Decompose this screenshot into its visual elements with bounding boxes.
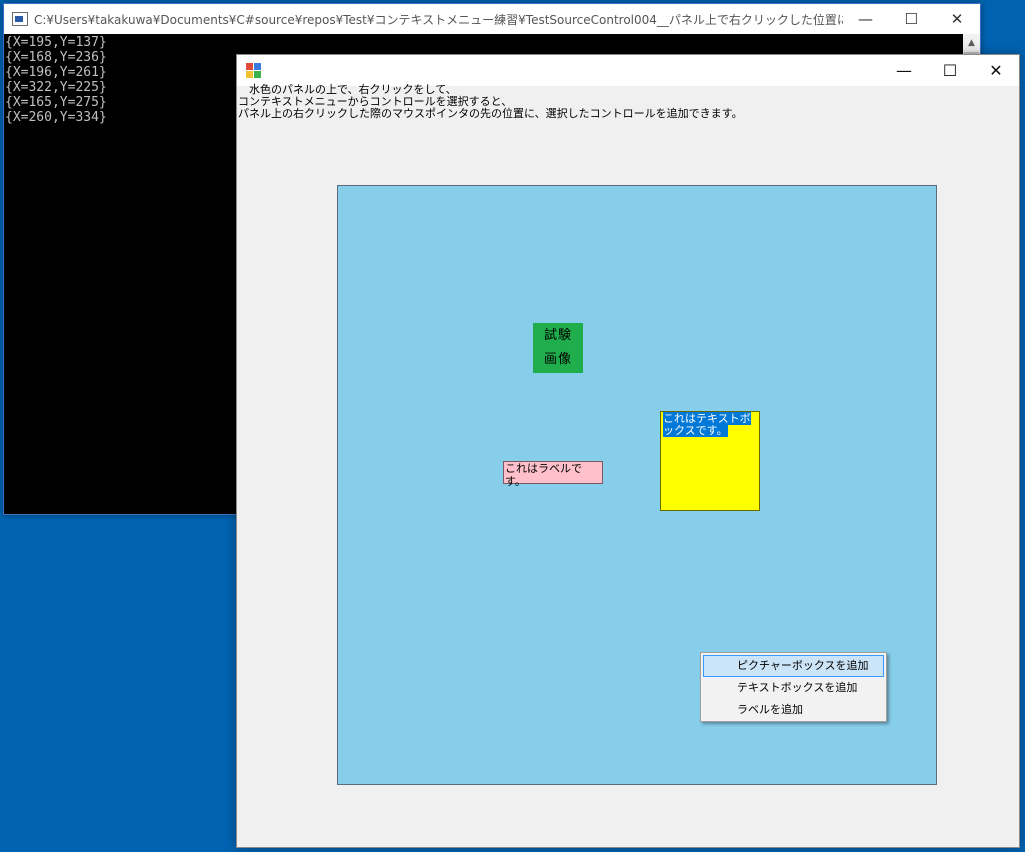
menu-item-add-label[interactable]: ラベルを追加 [703, 699, 884, 721]
form-window: — ☐ ✕ 水色のパネルの上で、右クリックをして、 コンテキストメニューからコン… [236, 54, 1020, 848]
scroll-up-arrow-icon[interactable]: ▲ [963, 34, 980, 51]
console-close-button[interactable]: ✕ [934, 4, 980, 34]
light-blue-panel[interactable]: 試験 画像 これはテキストボックスです。 これはラベルです。 ピクチャーボックス… [337, 185, 937, 785]
menu-item-add-text-box[interactable]: テキストボックスを追加 [703, 677, 884, 699]
console-minimize-button[interactable]: — [843, 4, 889, 34]
menu-item-add-picture-box[interactable]: ピクチャーボックスを追加 [703, 655, 884, 677]
text-box[interactable]: これはテキストボックスです。 [660, 411, 760, 511]
label-control: これはラベルです。 [503, 461, 603, 488]
console-window-title: C:¥Users¥takakuwa¥Documents¥C#source¥rep… [33, 12, 843, 27]
console-maximize-button[interactable]: ☐ [888, 4, 934, 34]
picture-box-text-line: 試験 [543, 328, 572, 343]
form-close-button[interactable]: ✕ [973, 55, 1019, 86]
context-menu: ピクチャーボックスを追加 テキストボックスを追加 ラベルを追加 [700, 652, 887, 722]
form-minimize-button[interactable]: — [881, 55, 927, 86]
console-titlebar[interactable]: C:¥Users¥takakuwa¥Documents¥C#source¥rep… [4, 4, 980, 34]
form-app-icon [246, 62, 262, 79]
instructions-label: 水色のパネルの上で、右クリックをして、 コンテキストメニューからコントロールを選… [238, 83, 743, 120]
form-titlebar[interactable]: — ☐ ✕ [237, 55, 1019, 86]
text-box-selected-text[interactable]: これはテキストボックスです。 [663, 412, 751, 437]
picture-box: 試験 画像 [533, 323, 583, 373]
console-app-icon [12, 12, 28, 26]
picture-box-text-line: 画像 [543, 352, 572, 367]
console-line: {X=195,Y=137} [5, 35, 107, 50]
form-maximize-button[interactable]: ☐ [927, 55, 973, 86]
